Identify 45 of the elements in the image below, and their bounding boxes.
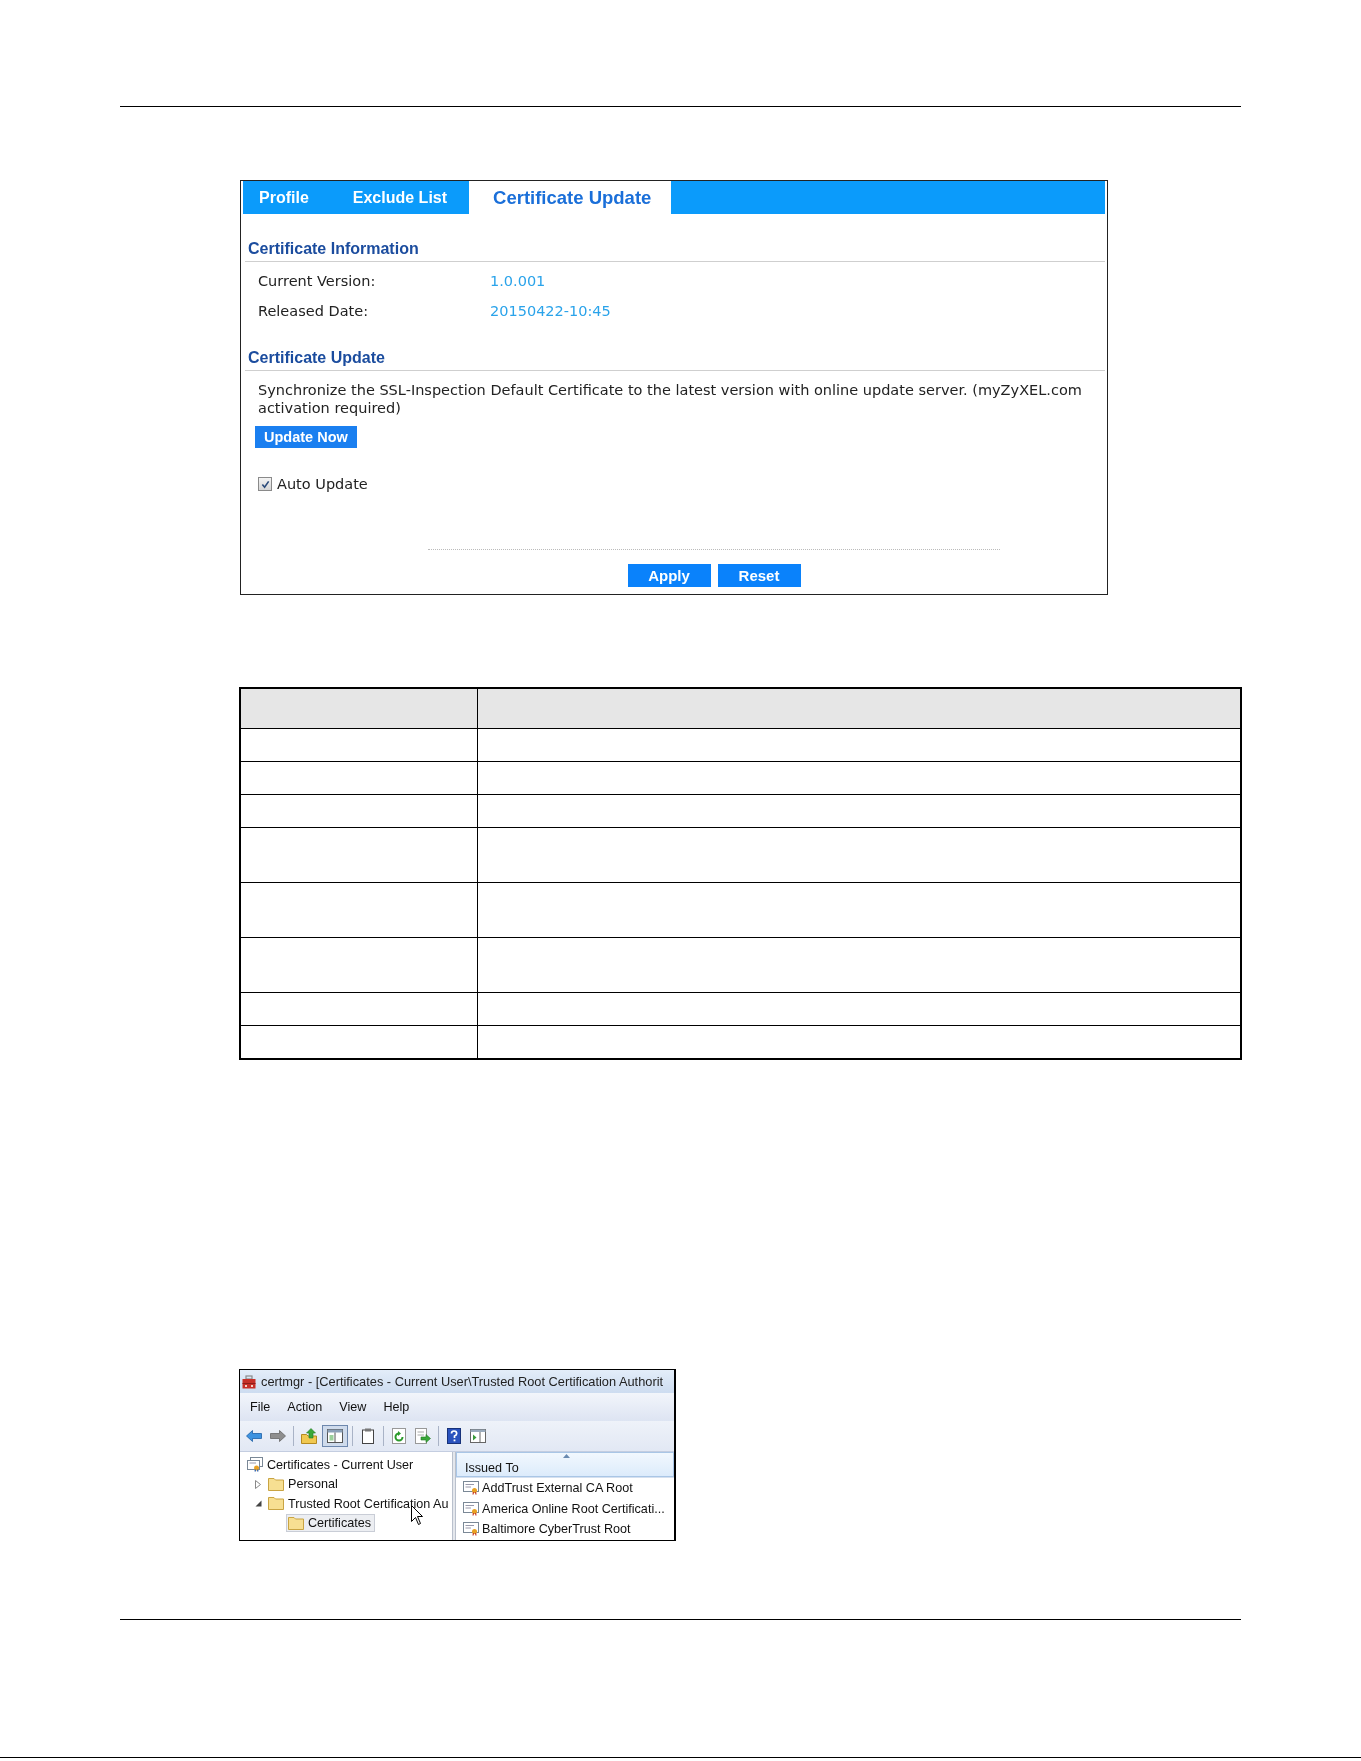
- tree-item[interactable]: Trusted Root Certification Au: [266, 1494, 452, 1513]
- certificate-name[interactable]: America Online Root Certificati...: [482, 1501, 665, 1516]
- tree-expander-icon[interactable]: [254, 1500, 262, 1508]
- help-icon: [447, 1428, 461, 1444]
- certificate-icon: [463, 1522, 479, 1537]
- field-value: 20150422-10:45: [490, 302, 611, 321]
- field-label: Released Date:: [258, 302, 369, 321]
- certificate-stack-icon: [247, 1457, 263, 1473]
- document-arrow-icon: [415, 1428, 431, 1444]
- menu-item[interactable]: Action: [279, 1398, 331, 1416]
- action-button[interactable]: Apply: [627, 564, 711, 587]
- section-heading: Certificate Information: [248, 240, 419, 257]
- forward-arrow-icon: [270, 1430, 286, 1442]
- window-title: certmgr - [Certificates - Current User\Trusted Root Certification Authorit: [261, 1374, 664, 1389]
- tab[interactable]: Certificate Update: [469, 181, 672, 214]
- tree-item[interactable]: Personal: [266, 1475, 342, 1494]
- folder-arrow-icon: [301, 1428, 317, 1444]
- column-header[interactable]: Issued To: [456, 1452, 674, 1477]
- back-arrow-icon: [246, 1430, 262, 1442]
- certificate-name[interactable]: AddTrust External CA Root: [482, 1481, 633, 1496]
- field-value: 1.0.001: [490, 272, 546, 291]
- auto-update-checkbox[interactable]: [258, 477, 272, 491]
- menu-item[interactable]: View: [331, 1398, 375, 1416]
- clipboard-icon: [362, 1428, 374, 1444]
- section-heading: Certificate Update: [248, 349, 385, 366]
- toolbar-button[interactable]: [322, 1425, 348, 1447]
- field-label: Current Version:: [258, 272, 377, 291]
- menu-item[interactable]: Help: [375, 1398, 418, 1416]
- menu-item[interactable]: File: [242, 1398, 279, 1416]
- toolbox-icon: [242, 1374, 256, 1389]
- certificate-icon: [463, 1481, 479, 1496]
- tree-item[interactable]: Certificates: [286, 1514, 375, 1533]
- checkbox-label[interactable]: Auto Update: [277, 476, 368, 492]
- folder-icon: [288, 1516, 304, 1530]
- folder-icon: [268, 1497, 284, 1511]
- window-panes-icon: [470, 1429, 486, 1443]
- folder-icon: [268, 1477, 284, 1491]
- tree-item[interactable]: Certificates - Current User: [245, 1455, 418, 1475]
- window-panes-icon: [327, 1429, 343, 1443]
- certificate-name[interactable]: Baltimore CyberTrust Root: [482, 1522, 631, 1537]
- certificate-icon: [463, 1501, 479, 1516]
- action-button[interactable]: Reset: [717, 564, 801, 587]
- description-text: Synchronize the SSL-Inspection Default Certificate to the latest version with online update server. (myZyXEL.com activation required): [258, 381, 1083, 417]
- update-now-button[interactable]: Update Now: [255, 426, 357, 448]
- refresh-icon: [392, 1428, 406, 1444]
